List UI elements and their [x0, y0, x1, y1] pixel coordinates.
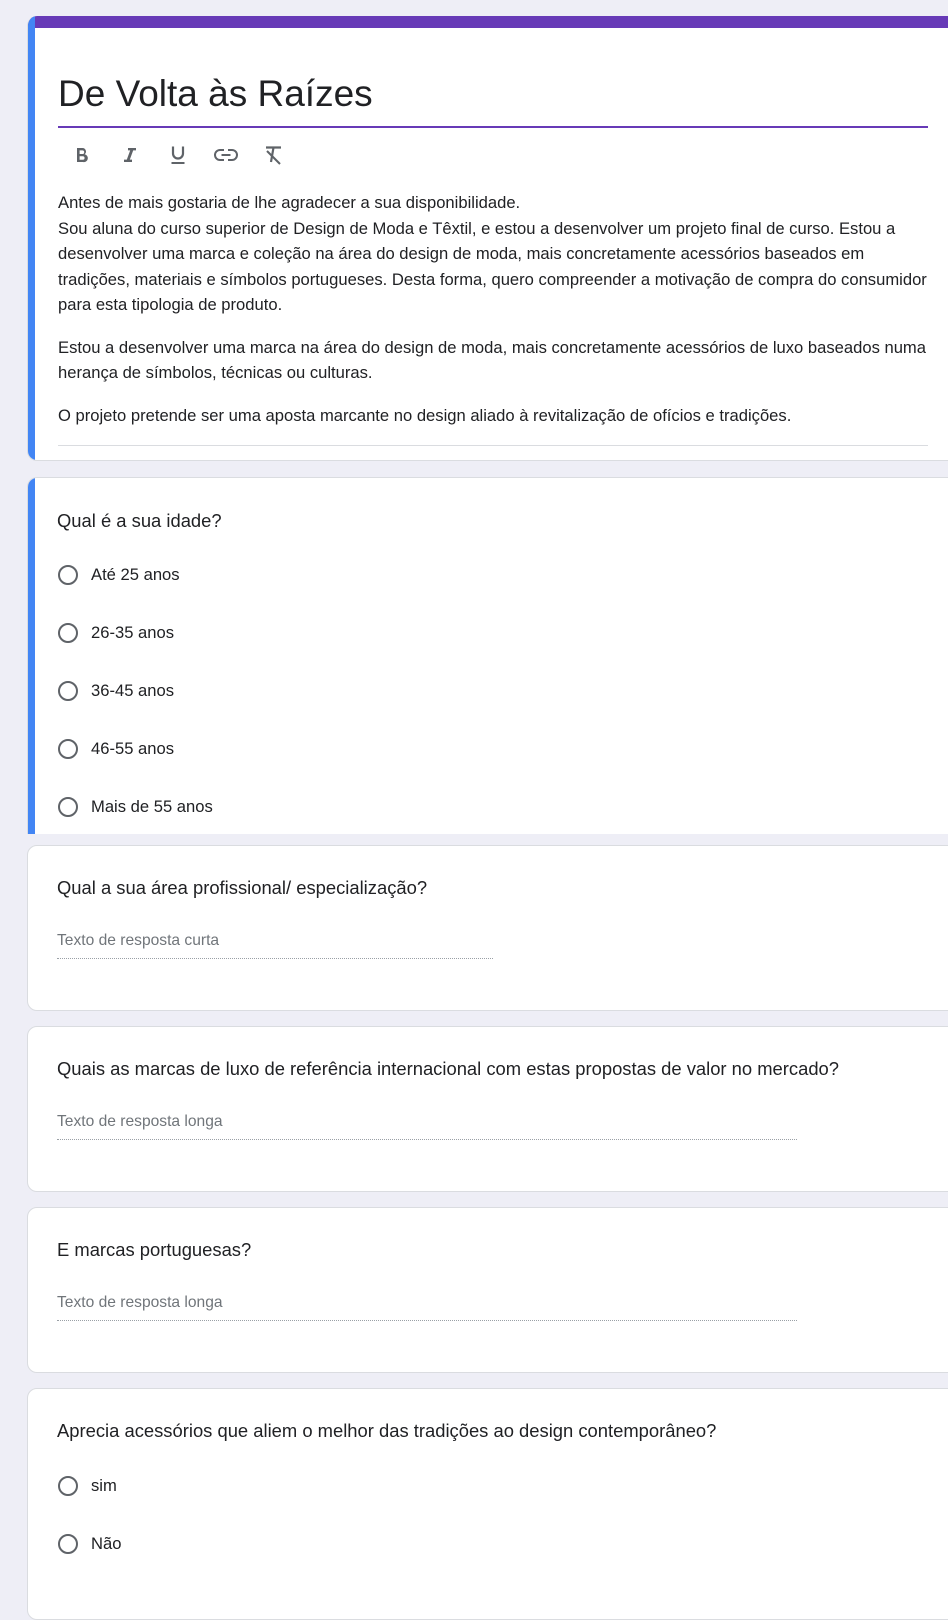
- form-description[interactable]: Antes de mais gostaria de lhe agradecer …: [58, 190, 938, 445]
- link-icon[interactable]: [202, 140, 250, 170]
- clear-formatting-icon[interactable]: [250, 140, 298, 170]
- text-format-toolbar: [58, 140, 298, 170]
- option-label: 46-55 anos: [91, 739, 175, 758]
- radio-button[interactable]: [58, 739, 78, 759]
- radio-button[interactable]: [58, 797, 78, 817]
- description-paragraph: Antes de mais gostaria de lhe agradecer …: [58, 193, 927, 314]
- description-paragraph: O projeto pretende ser uma aposta marcan…: [58, 405, 792, 425]
- radio-button[interactable]: [58, 1534, 78, 1554]
- question-card-portuguese-brands[interactable]: E marcas portuguesas? Texto de resposta …: [27, 1207, 948, 1373]
- radio-option[interactable]: 36-45 anos: [57, 676, 174, 706]
- option-label: Mais de 55 anos: [91, 797, 213, 816]
- radio-button[interactable]: [58, 1476, 78, 1496]
- option-label: sim: [91, 1476, 117, 1495]
- radio-button[interactable]: [58, 623, 78, 643]
- question-card-age[interactable]: Qual é a sua idade? Até 25 anos 26-35 an…: [27, 477, 948, 834]
- active-card-indicator: [28, 478, 35, 834]
- question-title: Aprecia acessórios que aliem o melhor da…: [57, 1420, 717, 1441]
- radio-button[interactable]: [58, 565, 78, 585]
- question-title: Qual é a sua idade?: [57, 510, 222, 531]
- title-underline: [58, 126, 928, 128]
- radio-option[interactable]: Mais de 55 anos: [57, 792, 213, 822]
- active-card-indicator: [28, 16, 35, 460]
- question-title: Qual a sua área profissional/ especializ…: [57, 877, 428, 898]
- question-card-international-brands[interactable]: Quais as marcas de luxo de referência in…: [27, 1026, 948, 1192]
- long-answer-field[interactable]: Texto de resposta longa: [57, 1113, 797, 1140]
- option-label: 36-45 anos: [91, 681, 175, 700]
- radio-option[interactable]: Não: [57, 1529, 121, 1559]
- option-label: Até 25 anos: [91, 565, 180, 584]
- long-answer-field[interactable]: Texto de resposta longa: [57, 1294, 797, 1321]
- radio-option[interactable]: Até 25 anos: [57, 560, 180, 590]
- radio-button[interactable]: [58, 681, 78, 701]
- short-answer-field[interactable]: Texto de resposta curta: [57, 932, 493, 959]
- bold-icon[interactable]: [58, 140, 106, 170]
- italic-icon[interactable]: [106, 140, 154, 170]
- theme-color-bar: [28, 16, 948, 28]
- description-paragraph: Estou a desenvolver uma marca na área do…: [58, 337, 926, 383]
- option-label: 26-35 anos: [91, 623, 175, 642]
- form-title[interactable]: De Volta às Raízes: [58, 72, 373, 116]
- underline-icon[interactable]: [154, 140, 202, 170]
- radio-option[interactable]: sim: [57, 1471, 117, 1501]
- question-title: Quais as marcas de luxo de referência in…: [57, 1058, 840, 1079]
- question-card-profession[interactable]: Qual a sua área profissional/ especializ…: [27, 845, 948, 1011]
- radio-option[interactable]: 46-55 anos: [57, 734, 174, 764]
- form-header-card[interactable]: De Volta às Raízes Antes de mais gostari…: [27, 16, 948, 461]
- description-underline: [58, 445, 928, 446]
- question-title: E marcas portuguesas?: [57, 1239, 252, 1260]
- option-label: Não: [91, 1534, 122, 1553]
- question-card-appreciation[interactable]: Aprecia acessórios que aliem o melhor da…: [27, 1388, 948, 1620]
- radio-option[interactable]: 26-35 anos: [57, 618, 174, 648]
